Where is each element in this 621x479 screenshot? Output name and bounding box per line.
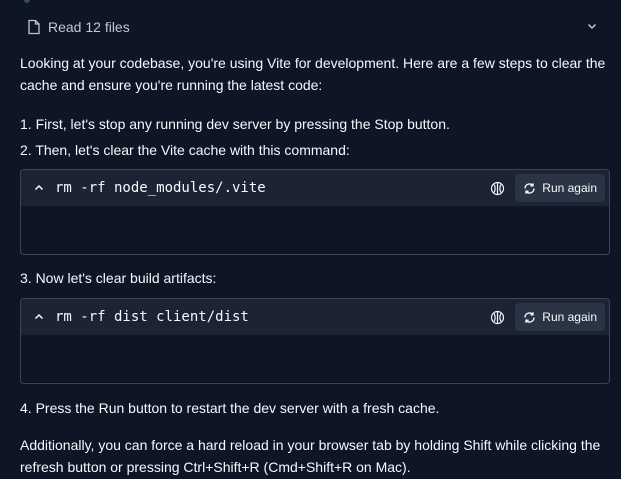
rerun-icon [523,311,536,324]
step-2-text: 2. Then, let's clear the Vite cache with… [20,142,350,158]
intro-text: Looking at your codebase, you're using V… [20,55,606,93]
rerun-icon [523,182,536,195]
shell-icon [490,310,505,325]
status-dot [24,0,30,3]
files-summary-label: Read 12 files [48,19,130,35]
chevron-up-icon[interactable] [33,311,45,323]
code-block-dist: rm -rf dist client/dist Run again [20,298,610,384]
step-4-text: 4. Press the Run button to restart the d… [20,400,440,416]
code-block-header: rm -rf dist client/dist Run again [21,299,609,335]
chevron-down-icon[interactable] [586,20,598,32]
run-again-button[interactable]: Run again [515,303,605,331]
files-summary-toggle[interactable]: Read 12 files [20,14,610,40]
code-command: rm -rf dist client/dist [55,309,249,325]
step-3-text: 3. Now let's clear build artifacts: [20,270,217,286]
outro-text: Additionally, you can force a hard reloa… [20,437,601,475]
code-block-vite-cache: rm -rf node_modules/.vite Run again [20,169,610,255]
file-icon [27,19,41,35]
chevron-up-icon[interactable] [33,182,45,194]
run-again-button[interactable]: Run again [515,174,605,202]
shell-icon [490,181,505,196]
code-output-area [21,335,609,383]
code-output-area [21,206,609,254]
run-again-label: Run again [542,310,597,324]
step-1-text: 1. First, let's stop any running dev ser… [20,116,450,132]
code-command: rm -rf node_modules/.vite [55,180,266,196]
run-again-label: Run again [542,181,597,195]
code-block-header: rm -rf node_modules/.vite Run again [21,170,609,206]
